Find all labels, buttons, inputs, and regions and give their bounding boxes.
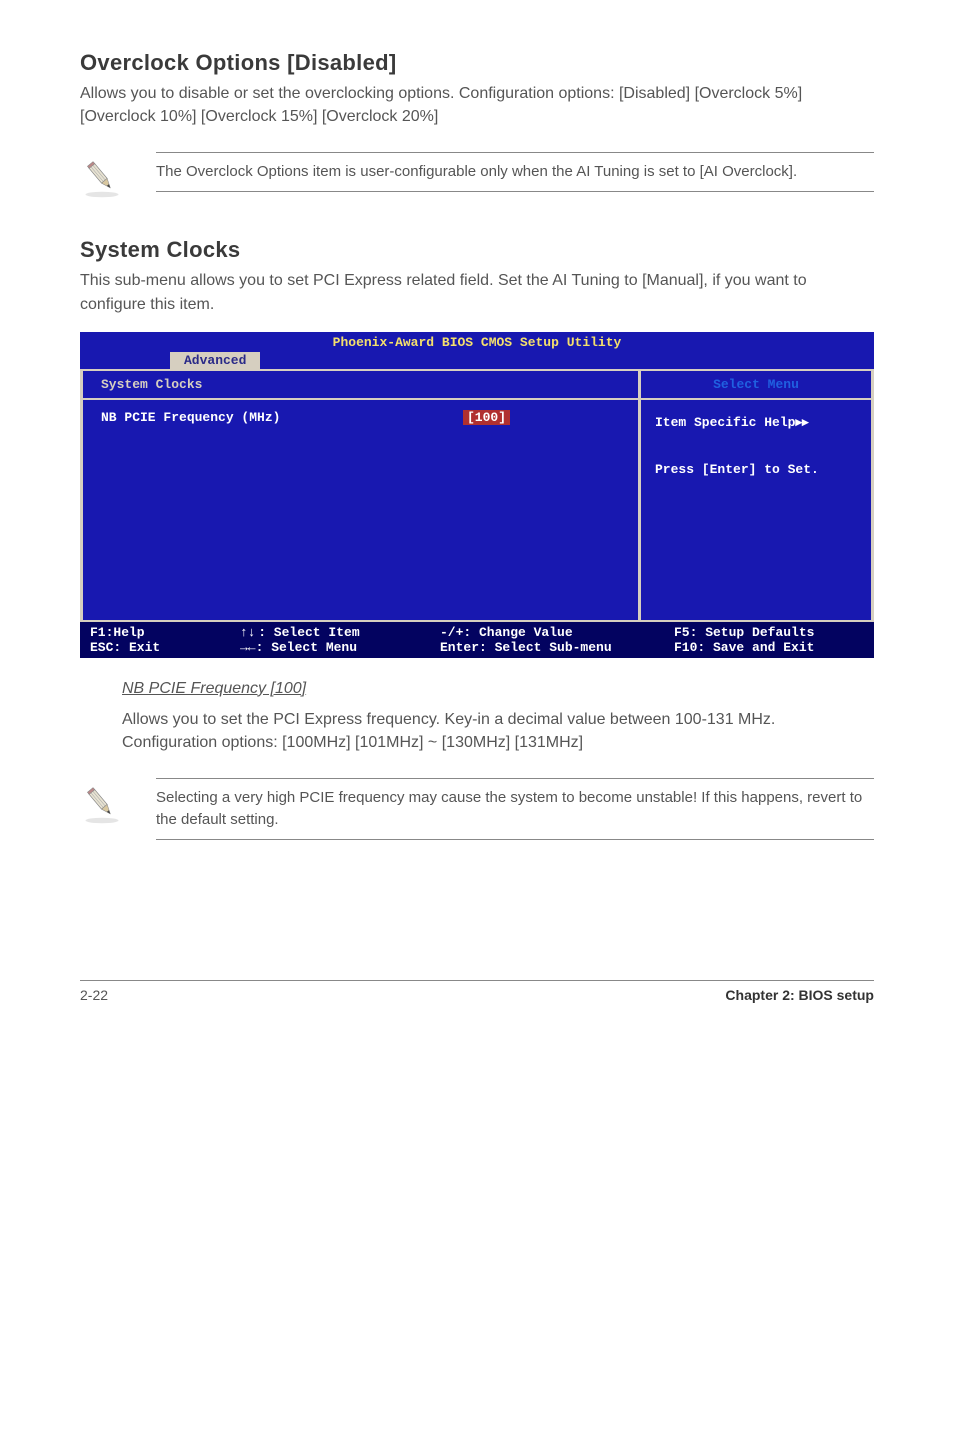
- bios-right-header: Select Menu: [641, 371, 871, 400]
- bios-help-line1: Item Specific Help▸▸: [655, 410, 857, 434]
- footer-f5: F5: Setup Defaults: [674, 625, 864, 640]
- bios-field-label: NB PCIE Frequency (MHz): [101, 410, 280, 425]
- footer-f1: F1:Help: [90, 625, 240, 640]
- overclock-heading: Overclock Options [Disabled]: [80, 50, 874, 76]
- help-arrow-icon: ▸▸: [795, 414, 808, 429]
- footer-select-item: ↑↓ : Select Item: [240, 625, 430, 640]
- bios-left-header: System Clocks: [83, 371, 638, 400]
- footer-esc: ESC: Exit: [90, 640, 240, 655]
- bios-field-value: [100]: [463, 410, 510, 425]
- system-clocks-heading: System Clocks: [80, 237, 874, 263]
- footer-select-menu: →←: Select Menu: [240, 640, 430, 655]
- nb-pcie-paragraph: Allows you to set the PCI Express freque…: [122, 708, 874, 754]
- footer-change-value: -/+: Change Value: [440, 625, 674, 640]
- bios-title: Phoenix-Award BIOS CMOS Setup Utility: [80, 332, 874, 352]
- pencil-icon: [80, 778, 128, 831]
- system-clocks-paragraph: This sub-menu allows you to set PCI Expr…: [80, 269, 874, 315]
- bios-footer: F1:Help ESC: Exit ↑↓ : Select Item →←: S…: [80, 622, 874, 658]
- bios-field-row: NB PCIE Frequency (MHz) [100]: [101, 410, 620, 425]
- bios-screenshot: Phoenix-Award BIOS CMOS Setup Utility Ad…: [80, 332, 874, 658]
- note-block-2: Selecting a very high PCIE frequency may…: [80, 778, 874, 840]
- pencil-icon: [80, 152, 128, 205]
- page-number: 2-22: [80, 987, 108, 1003]
- note-text-2: Selecting a very high PCIE frequency may…: [156, 787, 874, 831]
- bios-tab-advanced: Advanced: [170, 352, 260, 369]
- note-text-1: The Overclock Options item is user-confi…: [156, 161, 874, 183]
- chapter-label: Chapter 2: BIOS setup: [725, 987, 874, 1003]
- footer-f10: F10: Save and Exit: [674, 640, 864, 655]
- page-footer: 2-22 Chapter 2: BIOS setup: [80, 980, 874, 1003]
- note-block-1: The Overclock Options item is user-confi…: [80, 152, 874, 205]
- overclock-paragraph: Allows you to disable or set the overclo…: [80, 82, 874, 128]
- footer-enter-submenu: Enter: Select Sub-menu: [440, 640, 674, 655]
- nb-pcie-heading: NB PCIE Frequency [100]: [122, 680, 874, 698]
- bios-help-line2: Press [Enter] to Set.: [655, 458, 857, 481]
